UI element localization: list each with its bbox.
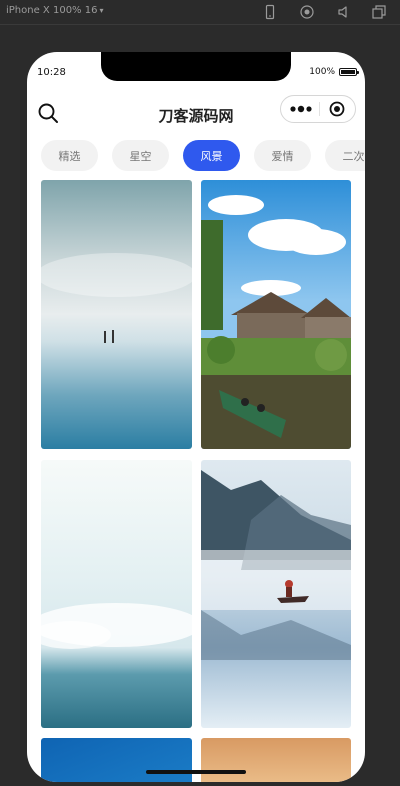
category-tabs: 精选 星空 风景 爱情 二次 (27, 140, 365, 172)
mute-icon[interactable] (336, 4, 352, 20)
tab-jingxuan[interactable]: 精选 (41, 140, 98, 171)
battery-icon (339, 68, 359, 76)
phone-icon[interactable] (262, 4, 278, 20)
device-selector[interactable]: iPhone X 100% 16 ▾ (6, 5, 103, 16)
wallpaper-image (41, 180, 192, 449)
tab-fengjing[interactable]: 风景 (183, 140, 240, 171)
devtools-bar: iPhone X 100% 16 ▾ (0, 0, 400, 25)
wallpaper-image (201, 460, 351, 728)
wallpaper-image (201, 738, 351, 782)
window-icon[interactable] (371, 4, 387, 20)
capsule-divider (319, 102, 320, 116)
wallpaper-card-sunset-sky[interactable] (201, 738, 351, 782)
tab-erci[interactable]: 二次 (325, 140, 365, 171)
tab-label: 精选 (58, 149, 81, 163)
phone-screen: 10:28 100% 刀客源码网 精选 星空 风景 爱情 二次 (27, 52, 365, 782)
wallpaper-card-village-canal-boat[interactable] (201, 180, 351, 449)
device-label: iPhone X 100% 16 (6, 5, 98, 16)
wallpaper-image (41, 738, 192, 782)
tab-aiqing[interactable]: 爱情 (254, 140, 311, 171)
more-dots-icon[interactable] (289, 101, 313, 117)
status-time: 10:28 (37, 67, 66, 78)
wallpaper-card-foggy-lake-boatman[interactable] (201, 460, 351, 728)
wallpaper-card-blue-sky[interactable] (41, 738, 192, 782)
home-indicator[interactable] (146, 770, 246, 774)
battery-percent: 100% (309, 67, 335, 77)
wallpaper-card-sky-over-sea[interactable] (41, 460, 192, 728)
chevron-down-icon: ▾ (99, 6, 104, 15)
record-icon[interactable] (299, 4, 315, 20)
tab-label: 风景 (200, 149, 223, 163)
tab-label: 爱情 (271, 149, 294, 163)
wallpaper-card-misty-beach-people[interactable] (41, 180, 192, 449)
tab-label: 星空 (129, 149, 152, 163)
device-notch (101, 52, 291, 81)
tab-xingkong[interactable]: 星空 (112, 140, 169, 171)
app-header: 刀客源码网 (27, 92, 365, 132)
wallpaper-image (41, 460, 192, 728)
mini-program-capsule (280, 95, 356, 123)
wallpaper-image (201, 180, 351, 449)
status-battery: 100% (309, 67, 359, 77)
close-target-icon[interactable] (329, 101, 345, 117)
tab-label: 二次 (342, 149, 365, 163)
